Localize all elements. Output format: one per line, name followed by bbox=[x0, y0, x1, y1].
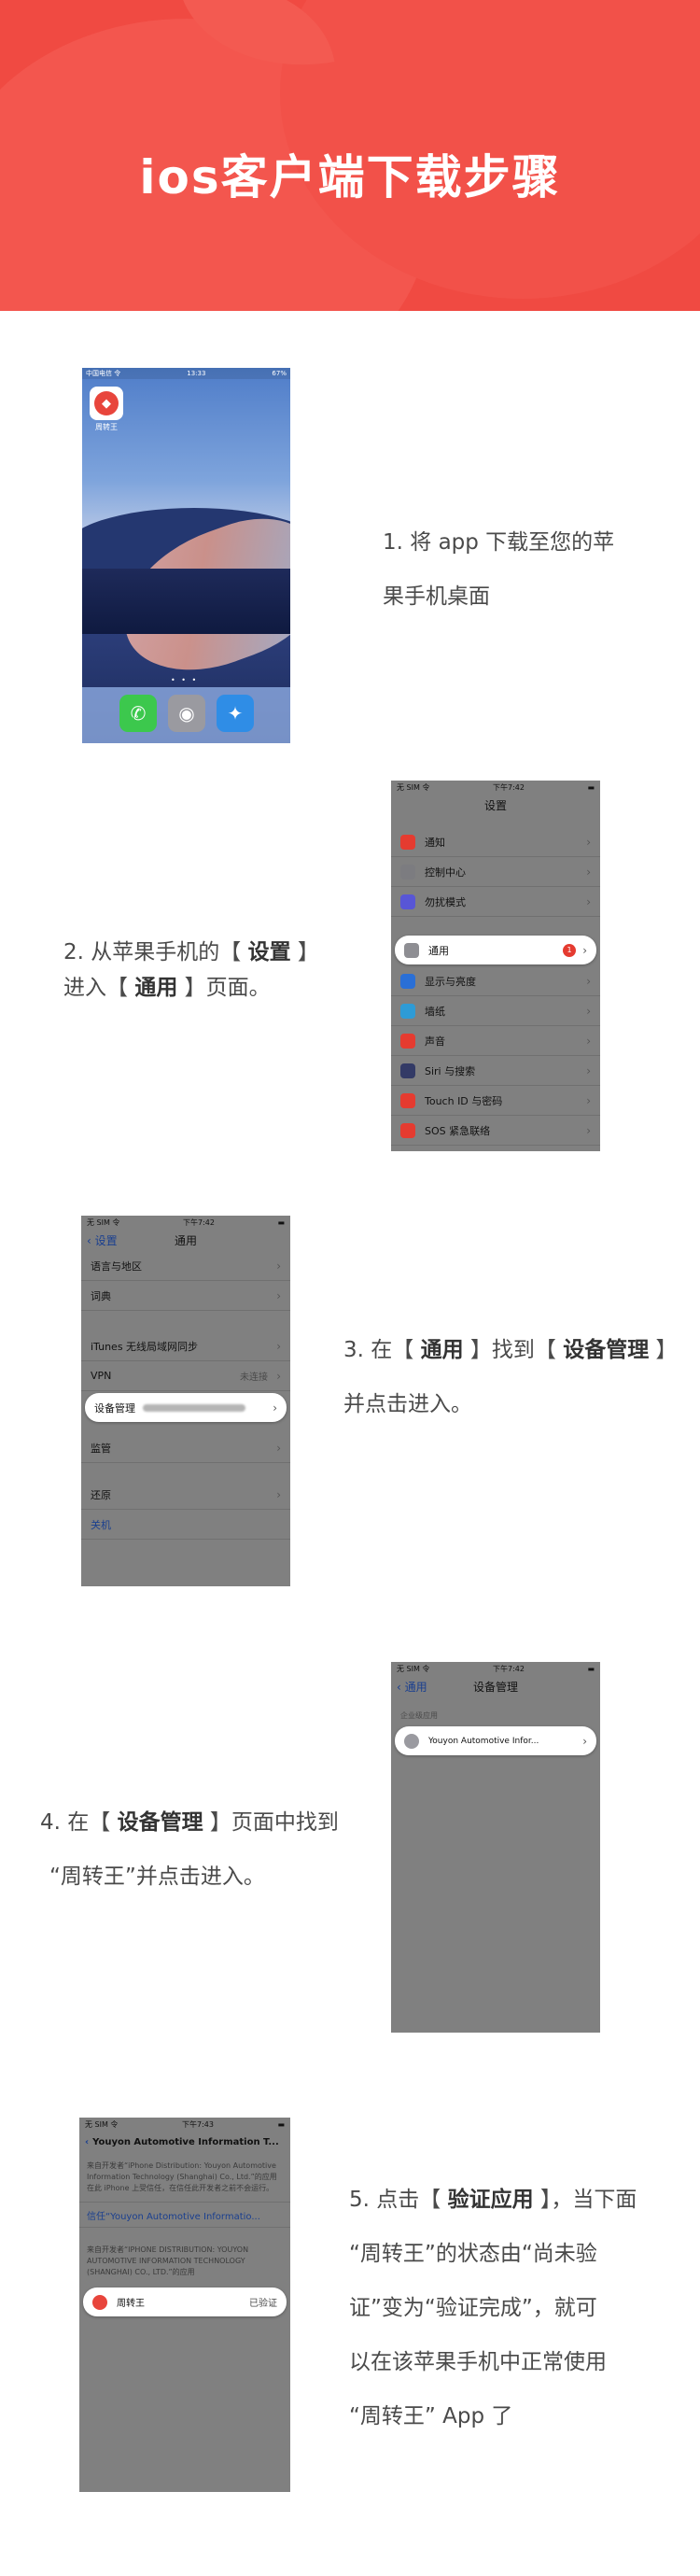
back-button[interactable]: ‹ bbox=[85, 2137, 89, 2147]
back-button[interactable]: ‹ 通用 bbox=[397, 1679, 427, 1695]
settings-row-sos[interactable]: SOS 紧急联络 › bbox=[391, 1116, 600, 1146]
safari-icon[interactable]: ✦ bbox=[217, 695, 254, 732]
app-name-label: 周转王 bbox=[95, 423, 118, 431]
enterprise-app-row[interactable]: Youyon Automotive Infor... › bbox=[395, 1726, 596, 1755]
camera-icon[interactable]: ◉ bbox=[168, 695, 205, 732]
general-row-reset[interactable]: 还原 › bbox=[81, 1480, 290, 1510]
zhouzhuanwang-app-icon[interactable]: ◆ bbox=[90, 387, 123, 420]
general-row-itunes-sync[interactable]: iTunes 无线局域网同步 › bbox=[81, 1331, 290, 1361]
page-dots: • • • bbox=[171, 676, 199, 684]
phone-icon[interactable]: ✆ bbox=[119, 695, 157, 732]
nav-bar: ‹ 设置 通用 bbox=[87, 1232, 197, 1248]
settings-row-general[interactable]: 通用 1 › bbox=[395, 936, 596, 964]
settings-row-notifications[interactable]: 通知 › bbox=[391, 827, 600, 857]
step-1-text: 1. 将 app 下载至您的苹 果手机桌面 bbox=[383, 530, 615, 609]
general-row-shutdown[interactable]: 关机 bbox=[81, 1510, 290, 1540]
nav-title: 设置 bbox=[483, 798, 507, 812]
screenshot-verify-app: 无 SIM 令下午7:43 ▬ ‹ Youyon Automotive Infor… bbox=[79, 2118, 290, 2492]
general-row-vpn[interactable]: VPN 未连接 › bbox=[81, 1361, 290, 1391]
status-bar: 无 SIM 令下午7:42 ▬ bbox=[397, 1664, 595, 1673]
status-bar: 中国电信 令 13:33 67% bbox=[82, 368, 290, 379]
developer-description: 来自开发者“iPhone Distribution: Youyon Automo… bbox=[87, 2161, 277, 2192]
page-title: ios客户端下载步骤 bbox=[139, 150, 561, 204]
settings-row-dnd[interactable]: 勿扰模式 › bbox=[391, 887, 600, 917]
step-2-text: 2. 从苹果手机的【 设置 】 进入【 通用 】页面。 bbox=[63, 940, 319, 1000]
back-button[interactable]: ‹ 设置 bbox=[87, 1232, 118, 1248]
settings-row-wallpaper[interactable]: 墙纸 › bbox=[391, 996, 600, 1026]
screenshot-general: 无 SIM 令下午7:42 ▬ ‹ 设置 通用 语言与地区 › 词典 › iTunes… bbox=[81, 1216, 290, 1586]
settings-row-touchid[interactable]: Touch ID 与密码 › bbox=[391, 1086, 600, 1116]
gear-icon bbox=[404, 1733, 419, 1749]
general-row-device-management[interactable]: 设备管理 › bbox=[85, 1393, 287, 1422]
section-header: 企业级应用 bbox=[400, 1711, 438, 1720]
step-5-text: 5. 点击【 验证应用 】，当下面 “周转王”的状态由“尚未验 证”变为“验证完… bbox=[349, 2188, 637, 2428]
nav-bar: ‹ 通用 设备管理 bbox=[397, 1679, 518, 1695]
general-row-language[interactable]: 语言与地区 › bbox=[81, 1251, 290, 1281]
status-bar: 无 SIM 令下午7:42 ▬ bbox=[397, 782, 595, 792]
app-row-zhouzhuanwang[interactable]: 周转王 已验证 bbox=[83, 2287, 287, 2316]
step-3-text: 3. 在【 通用 】找到【 设备管理 】 并点击进入。 bbox=[343, 1338, 678, 1416]
settings-row-display[interactable]: 显示与亮度 › bbox=[391, 966, 600, 996]
general-row-supervision[interactable]: 监管 › bbox=[81, 1433, 290, 1463]
app-icon bbox=[92, 2294, 107, 2310]
screenshot-settings: 无 SIM 令下午7:42 ▬ 设置 通知 › 控制中心 › 勿扰模式 › 通用 1 › 显… bbox=[391, 781, 600, 1151]
general-row-dictionary[interactable]: 词典 › bbox=[81, 1281, 290, 1311]
status-bar: 无 SIM 令下午7:42 ▬ bbox=[87, 1218, 285, 1227]
blurred-text bbox=[143, 1403, 245, 1412]
status-bar: 无 SIM 令下午7:43 ▬ bbox=[85, 2119, 285, 2129]
app-status: 已验证 bbox=[249, 2299, 277, 2309]
step-4-text: 4. 在【 设备管理 】页面中找到 “周转王”并点击进入。 bbox=[40, 1810, 339, 1889]
settings-row-siri[interactable]: Siri 与搜索 › bbox=[391, 1056, 600, 1086]
screenshot-home-screen: 中国电信 令 13:33 67% ◆ 周转王 • • • ✆ ◉ ✦ bbox=[82, 368, 290, 743]
trust-button[interactable]: 信任“Youyon Automotive Informatio... bbox=[79, 2202, 290, 2228]
badge: 1 bbox=[563, 943, 576, 957]
nav-bar: ‹ Youyon Automotive Information T... bbox=[85, 2136, 279, 2147]
developer-apps-description: 来自开发者“IPHONE DISTRIBUTION: YOUYON AUTOMO… bbox=[87, 2245, 249, 2276]
dock: ✆ ◉ ✦ bbox=[82, 687, 290, 743]
screenshot-device-management: 无 SIM 令下午7:42 ▬ ‹ 通用 设备管理 企业级应用 Youyon Au… bbox=[391, 1662, 600, 2033]
header-banner: ios客户端下载步骤 bbox=[0, 0, 700, 311]
settings-row-control-center[interactable]: 控制中心 › bbox=[391, 857, 600, 887]
settings-row-sound[interactable]: 声音 › bbox=[391, 1026, 600, 1056]
